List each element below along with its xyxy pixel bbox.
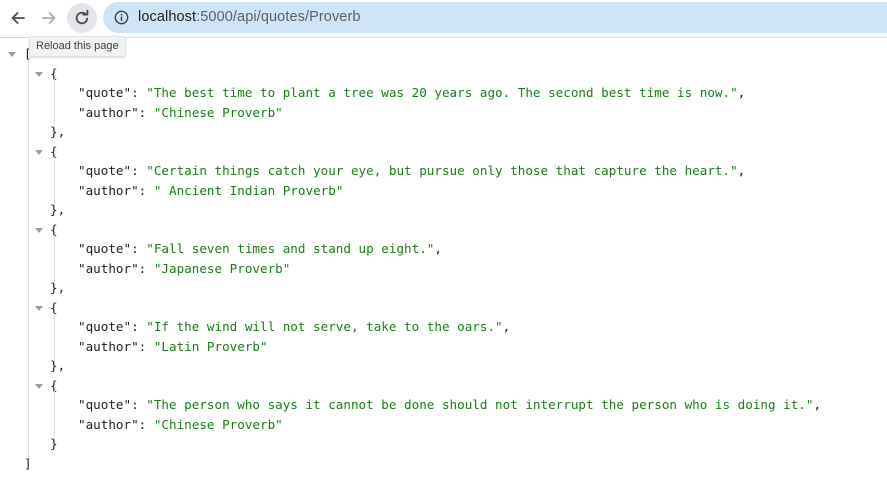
collapse-object-toggle[interactable] [35, 305, 43, 311]
json-value-author: "Latin Proverb" [153, 338, 268, 354]
collapse-object-toggle[interactable] [35, 149, 43, 155]
json-colon: : [138, 338, 154, 354]
json-colon: : [138, 182, 154, 198]
json-key-quote: "quote" [78, 397, 132, 412]
json-key-author: "author" [78, 104, 139, 120]
json-comma: , [737, 163, 746, 178]
object-close-line: }, [50, 122, 65, 142]
collapse-object-toggle[interactable] [35, 71, 43, 77]
json-colon: : [131, 85, 147, 100]
author-line: "author": "Chinese Proverb" [78, 103, 283, 123]
json-colon: : [131, 241, 147, 256]
collapse-object-toggle[interactable] [35, 227, 43, 233]
object-close-brace: } [50, 436, 58, 451]
url-path: :5000/api/quotes/Proverb [196, 9, 361, 25]
json-key-quote: "quote" [78, 163, 132, 178]
json-colon: : [131, 397, 147, 412]
reload-tooltip: Reload this page [29, 36, 126, 57]
author-line: "author": " Ancient Indian Proverb" [78, 181, 343, 201]
info-icon[interactable] [114, 10, 129, 25]
json-value-quote: "Fall seven times and stand up eight." [146, 241, 435, 256]
json-value-quote: "If the wind will not serve, take to the… [146, 319, 503, 334]
arrow-left-icon [11, 12, 25, 24]
object-close-brace: }, [50, 358, 66, 373]
json-comma: , [813, 397, 822, 412]
array-close-line: ] [24, 454, 32, 474]
json-key-quote: "quote" [78, 241, 132, 256]
object-close-line: }, [50, 278, 65, 298]
author-line: "author": "Latin Proverb" [78, 337, 268, 357]
url-host: localhost [138, 9, 197, 25]
author-line: "author": "Japanese Proverb" [78, 259, 290, 279]
json-comma: , [434, 241, 442, 256]
json-key-author: "author" [78, 260, 139, 276]
object-close-brace: }, [50, 124, 66, 139]
json-colon: : [138, 104, 154, 120]
json-comma: , [502, 319, 511, 334]
author-line: "author": "Chinese Proverb" [78, 415, 283, 435]
json-key-quote: "quote" [78, 85, 132, 100]
json-value-quote: "Certain things catch your eye, but purs… [146, 163, 738, 178]
browser-toolbar: localhost:5000/api/quotes/Proverb [0, 0, 887, 38]
object-close-line: }, [50, 200, 65, 220]
object-close-line: } [50, 434, 58, 454]
json-colon: : [138, 260, 154, 276]
reload-button[interactable] [67, 3, 97, 33]
json-key-author: "author" [78, 338, 139, 354]
object-close-brace: }, [50, 280, 66, 295]
url-text[interactable]: localhost:5000/api/quotes/Proverb [138, 9, 361, 26]
address-bar[interactable]: localhost:5000/api/quotes/Proverb [103, 2, 887, 33]
object-close-brace: }, [50, 202, 66, 217]
collapse-object-toggle[interactable] [35, 383, 43, 389]
quote-line: "quote": "If the wind will not serve, ta… [78, 317, 510, 337]
quote-line: "quote": "Fall seven times and stand up … [78, 239, 442, 259]
json-viewer: [{"quote": "The best time to plant a tre… [0, 38, 887, 495]
quote-line: "quote": "The best time to plant a tree … [78, 83, 745, 103]
json-value-author: "Japanese Proverb" [153, 260, 291, 276]
json-key-author: "author" [78, 416, 139, 432]
array-close-bracket: ] [24, 455, 32, 471]
quote-line: "quote": "The person who says it cannot … [78, 395, 821, 415]
array-indent-guide [28, 59, 29, 461]
json-value-author: " Ancient Indian Proverb" [153, 182, 344, 198]
forward-button[interactable] [34, 3, 64, 33]
json-value-quote: "The best time to plant a tree was 20 ye… [146, 85, 738, 100]
collapse-array-toggle[interactable] [8, 52, 16, 57]
json-value-author: "Chinese Proverb" [153, 416, 283, 432]
reload-icon [75, 9, 89, 25]
back-button[interactable] [3, 3, 33, 33]
json-colon: : [131, 163, 147, 178]
json-value-author: "Chinese Proverb" [153, 104, 283, 120]
json-key-quote: "quote" [78, 319, 132, 334]
json-comma: , [737, 85, 746, 100]
quote-line: "quote": "Certain things catch your eye,… [78, 161, 745, 181]
json-colon: : [131, 319, 147, 334]
json-colon: : [138, 416, 154, 432]
json-value-quote: "The person who says it cannot be done s… [146, 397, 814, 412]
json-key-author: "author" [78, 182, 139, 198]
arrow-right-icon [42, 12, 56, 24]
object-close-line: }, [50, 356, 65, 376]
